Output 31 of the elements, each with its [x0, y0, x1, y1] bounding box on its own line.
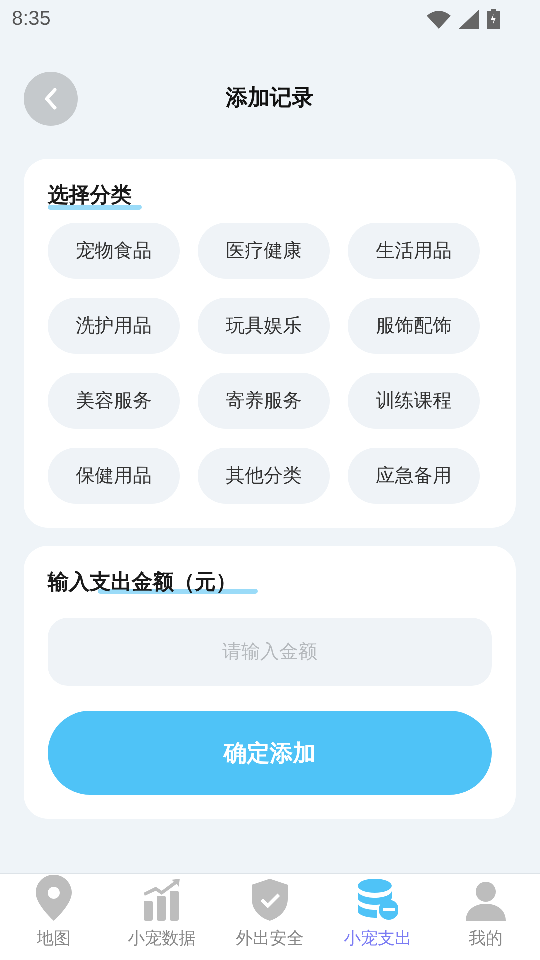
- category-chip[interactable]: 寄养服务: [198, 373, 330, 429]
- status-time: 8:35: [12, 8, 51, 30]
- page-title: 添加记录: [226, 85, 314, 113]
- section-title: 选择分类: [48, 182, 132, 209]
- wifi-icon: [427, 10, 451, 28]
- category-chip[interactable]: 其他分类: [198, 448, 330, 504]
- category-chip[interactable]: 美容服务: [48, 373, 180, 429]
- map-pin-icon: [36, 875, 72, 921]
- person-icon: [466, 881, 506, 921]
- nav-tab[interactable]: 地图: [0, 874, 108, 960]
- back-button[interactable]: [24, 72, 78, 126]
- category-chip[interactable]: 生活用品: [348, 223, 480, 279]
- nav-tab[interactable]: 我的: [432, 874, 540, 960]
- amount-input[interactable]: 请输入金额: [48, 618, 492, 686]
- category-chip[interactable]: 应急备用: [348, 448, 480, 504]
- category-chip[interactable]: 宠物食品: [48, 223, 180, 279]
- nav-tab[interactable]: 小宠数据: [108, 874, 216, 960]
- category-chip[interactable]: 训练课程: [348, 373, 480, 429]
- category-chip[interactable]: 洗护用品: [48, 298, 180, 354]
- database-minus-icon: [358, 879, 398, 921]
- shield-check-icon: [252, 879, 288, 921]
- category-chip[interactable]: 玩具娱乐: [198, 298, 330, 354]
- battery-icon: [487, 9, 500, 29]
- back-chevron-icon: [44, 88, 58, 110]
- nav-tab[interactable]: 外出安全: [216, 874, 324, 960]
- signal-icon: [459, 10, 479, 28]
- category-chip[interactable]: 服饰配饰: [348, 298, 480, 354]
- category-chip[interactable]: 医疗健康: [198, 223, 330, 279]
- bar-chart-icon: [142, 879, 182, 921]
- category-chip[interactable]: 保健用品: [48, 448, 180, 504]
- section-title: 输入支出金额（元）: [48, 569, 237, 596]
